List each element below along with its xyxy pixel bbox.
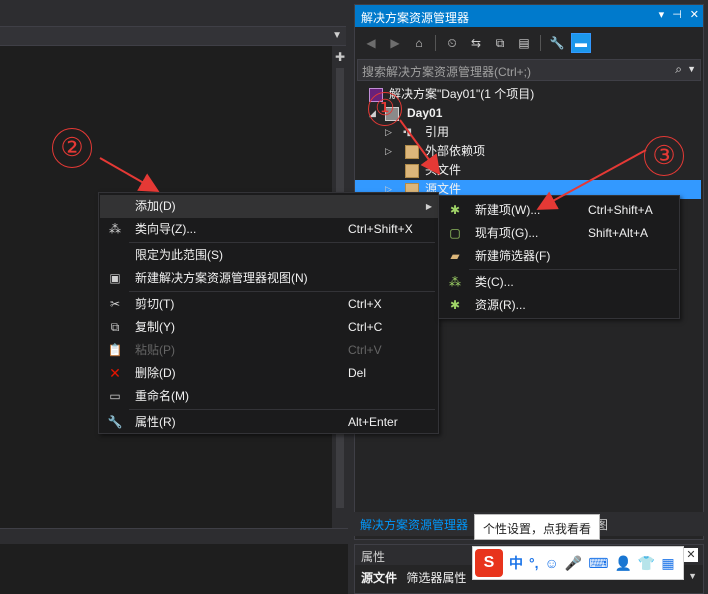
annotation-arrows bbox=[99, 119, 647, 210]
arrow-2 bbox=[99, 157, 160, 192]
arrow-1 bbox=[399, 119, 441, 176]
arrow-3 bbox=[536, 149, 647, 210]
annotation-circle-1: ① bbox=[368, 92, 402, 126]
annotation-circle-2: ② bbox=[52, 128, 92, 168]
annotation-circle-3: ③ bbox=[644, 136, 684, 176]
